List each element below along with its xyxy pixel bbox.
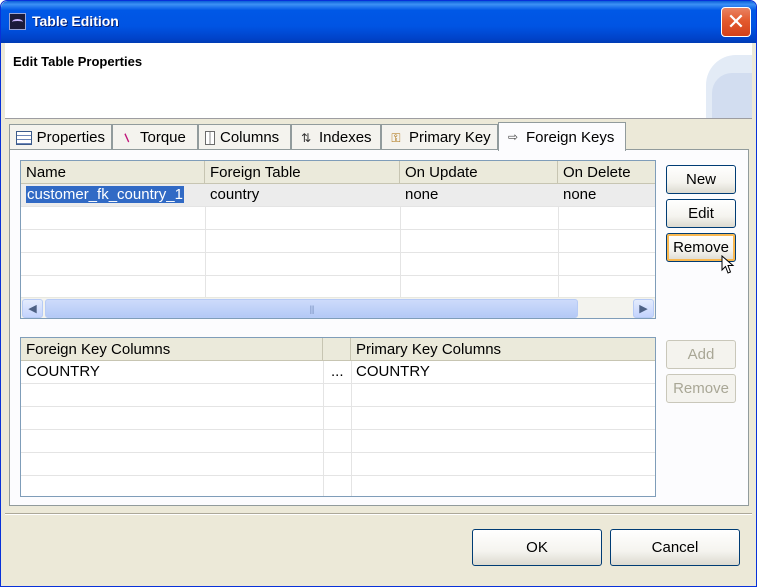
- table-header: Name Foreign Table On Update On Delete: [21, 161, 655, 184]
- table-row-empty: [21, 476, 655, 496]
- tab-label: Columns: [220, 129, 280, 146]
- table-row-empty: [21, 230, 655, 253]
- table-row[interactable]: COUNTRY ... COUNTRY: [21, 361, 655, 384]
- tab-foreign-keys[interactable]: ⇨ Foreign Keys: [498, 122, 626, 151]
- table-row-empty: [21, 384, 655, 407]
- column-header-foreign-key-columns[interactable]: Foreign Key Columns: [21, 338, 323, 361]
- cell-on-delete[interactable]: none: [558, 184, 655, 206]
- tab-label: Primary Key: [409, 129, 491, 146]
- cell-pk-column[interactable]: COUNTRY: [351, 361, 655, 383]
- cell-name[interactable]: customer_fk_country_1: [21, 184, 205, 206]
- tab-primary-key[interactable]: ⚿ Primary Key: [381, 124, 498, 150]
- scroll-right-icon[interactable]: ▶: [633, 299, 654, 318]
- primary-key-icon: ⚿: [391, 130, 401, 145]
- foreign-keys-icon: ⇨: [507, 130, 519, 144]
- header-banner-graphic: [706, 51, 752, 118]
- horizontal-scrollbar[interactable]: ◀ ||| ▶: [21, 297, 655, 318]
- close-icon: ✕: [726, 9, 746, 34]
- cell-foreign-table[interactable]: country: [205, 184, 400, 206]
- mouse-cursor-icon: [721, 255, 735, 274]
- cell-fk-column[interactable]: COUNTRY: [21, 361, 323, 383]
- cell-on-update[interactable]: none: [400, 184, 558, 206]
- new-button[interactable]: New: [666, 165, 736, 194]
- header-title: Edit Table Properties: [13, 54, 143, 69]
- table-row-empty: [21, 276, 655, 299]
- table-row-empty: [21, 430, 655, 453]
- key-columns-table[interactable]: Foreign Key Columns Primary Key Columns …: [20, 337, 656, 497]
- add-column-button[interactable]: Add: [666, 340, 736, 369]
- table-row-empty: [21, 253, 655, 276]
- column-header-foreign-table[interactable]: Foreign Table: [205, 161, 400, 184]
- tab-label: Torque: [140, 129, 186, 146]
- tab-label: Indexes: [319, 129, 372, 146]
- table-row-empty: [21, 453, 655, 476]
- window-title: Table Edition: [32, 13, 119, 29]
- table-header: Foreign Key Columns Primary Key Columns: [21, 338, 655, 361]
- table-edition-dialog: Table Edition ✕ Edit Table Properties Pr…: [0, 0, 757, 587]
- column-header-primary-key-columns[interactable]: Primary Key Columns: [351, 338, 655, 361]
- cell-name-text: customer_fk_country_1: [26, 186, 184, 203]
- close-button[interactable]: ✕: [721, 7, 751, 37]
- column-header-name[interactable]: Name: [21, 161, 205, 184]
- edit-button[interactable]: Edit: [666, 199, 736, 228]
- columns-icon: [205, 130, 215, 145]
- column-header-link[interactable]: [323, 338, 351, 361]
- ok-button[interactable]: OK: [472, 529, 602, 566]
- table-row-empty: [21, 207, 655, 230]
- tab-columns[interactable]: Columns: [198, 124, 291, 150]
- tab-torque[interactable]: / Torque: [112, 124, 198, 150]
- column-header-on-update[interactable]: On Update: [400, 161, 558, 184]
- title-bar[interactable]: Table Edition ✕: [1, 1, 756, 43]
- scroll-thumb[interactable]: |||: [45, 299, 578, 318]
- foreign-keys-table[interactable]: Name Foreign Table On Update On Delete c…: [20, 160, 656, 319]
- table-properties-icon: [16, 130, 32, 145]
- tab-label: Properties: [36, 129, 105, 146]
- table-row-empty: [21, 407, 655, 430]
- tab-properties[interactable]: Properties: [9, 124, 112, 150]
- torque-icon: /: [121, 130, 133, 145]
- cancel-button[interactable]: Cancel: [610, 529, 740, 566]
- cell-link[interactable]: ...: [323, 361, 351, 383]
- tab-indexes[interactable]: ⇅ Indexes: [291, 124, 381, 150]
- tab-label: Foreign Keys: [526, 128, 615, 146]
- table-row[interactable]: customer_fk_country_1 country none none: [21, 184, 655, 207]
- remove-column-button[interactable]: Remove: [666, 374, 736, 403]
- dialog-header: Edit Table Properties: [5, 43, 752, 119]
- app-icon: [9, 13, 26, 30]
- column-header-on-delete[interactable]: On Delete: [558, 161, 655, 184]
- tab-strip: Properties / Torque Columns ⇅ Indexes ⚿ …: [9, 122, 749, 151]
- foreign-keys-panel: Name Foreign Table On Update On Delete c…: [9, 149, 749, 506]
- footer-divider: [5, 513, 752, 515]
- scroll-left-icon[interactable]: ◀: [22, 299, 43, 318]
- indexes-icon: ⇅: [300, 130, 312, 145]
